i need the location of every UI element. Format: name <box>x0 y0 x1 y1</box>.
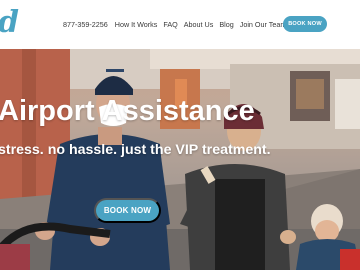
nav-phone-link[interactable]: 877-359-2256 <box>63 19 108 31</box>
main-nav: 877-359-2256 How It Works FAQ About Us B… <box>63 19 286 31</box>
nav-how-it-works[interactable]: How It Works <box>115 19 158 31</box>
nav-faq[interactable]: FAQ <box>163 19 177 31</box>
nav-about-us[interactable]: About Us <box>184 19 214 31</box>
site-header: d 877-359-2256 How It Works FAQ About Us… <box>0 0 360 49</box>
nav-join-our-team[interactable]: Join Our Team <box>240 19 287 31</box>
nav-blog[interactable]: Blog <box>219 19 233 31</box>
book-now-button-hero[interactable]: BOOK NOW <box>94 198 161 223</box>
brand-logo[interactable]: d <box>0 8 24 40</box>
hero-photo <box>0 49 360 270</box>
book-now-button-header[interactable]: BOOK NOW <box>283 16 327 32</box>
hero-section: Airport Assistance stress. no hassle. ju… <box>0 49 360 270</box>
hero-subtitle: stress. no hassle. just the VIP treatmen… <box>0 142 271 158</box>
hero-title: Airport Assistance <box>0 95 255 127</box>
